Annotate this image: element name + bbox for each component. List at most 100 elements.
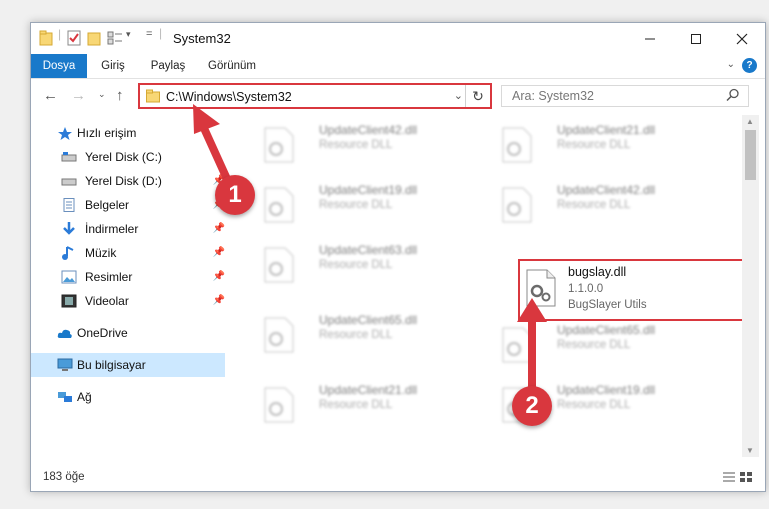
file-description: Resource DLL [319, 199, 393, 211]
sidebar-item-label: Hızlı erişim [77, 126, 137, 140]
chevron-down-icon[interactable]: ⌄ [98, 89, 106, 100]
file-name: UpdateClient65.dll [557, 323, 656, 337]
sidebar-item-label: Müzik [85, 246, 117, 260]
search-input[interactable]: Ara: System32 [501, 85, 749, 107]
file-name: bugslay.dll [568, 265, 627, 279]
dll-file-icon [526, 269, 556, 307]
separator: | [159, 26, 163, 40]
file-list: UpdateClient42.dll Resource DLL UpdateCl… [226, 115, 742, 457]
properties-icon[interactable] [67, 30, 81, 46]
dll-file-icon [264, 247, 294, 283]
close-icon [736, 33, 748, 44]
videos-icon [61, 294, 77, 308]
pin-icon[interactable]: 📌 [213, 289, 225, 313]
search-placeholder: Ara: System32 [512, 89, 594, 103]
window-title: System32 [173, 31, 231, 46]
file-description: BugSlayer Utils [568, 299, 647, 311]
sidebar-item-downloads[interactable]: İndirmeler 📌 [31, 217, 225, 241]
back-arrow-icon[interactable]: ← [43, 87, 58, 104]
scroll-down-icon[interactable]: ▼ [746, 446, 754, 455]
sidebar-item-local-disk-d[interactable]: Yerel Disk (D:) 📌 [31, 169, 225, 193]
up-arrow-icon[interactable]: ↑ [116, 87, 124, 104]
dll-file-icon [264, 387, 294, 423]
explorer-window: | ▾ = | System32 Dosya Giriş Paylaş Görü… [30, 22, 766, 492]
documents-icon [63, 198, 75, 212]
navigation-pane: Hızlı erişim Yerel Disk (C:) Yerel Disk … [31, 115, 225, 457]
pictures-icon [61, 270, 77, 284]
sidebar-item-label: Ağ [77, 390, 92, 404]
pin-icon[interactable]: 📌 [213, 265, 225, 289]
tab-file[interactable]: Dosya [31, 54, 87, 78]
sidebar-item-music[interactable]: Müzik 📌 [31, 241, 225, 265]
tab-share[interactable]: Paylaş [143, 54, 193, 78]
sidebar-item-network[interactable]: Ağ [31, 385, 225, 409]
maximize-button[interactable] [673, 23, 719, 54]
forward-arrow-icon[interactable]: → [71, 87, 86, 104]
file-description: Resource DLL [319, 259, 393, 271]
item-count: 183 öğe [43, 471, 85, 483]
title-bar: | ▾ = | System32 [31, 23, 765, 54]
view-toggle [722, 471, 753, 486]
sidebar-item-pictures[interactable]: Resimler 📌 [31, 265, 225, 289]
sidebar-item-label: Yerel Disk (D:) [85, 174, 162, 188]
file-item[interactable]: UpdateClient21.dll Resource DLL [246, 381, 466, 431]
tiles-view-icon[interactable] [739, 471, 753, 483]
address-bar[interactable]: C:\Windows\System32 ⌄ ↻ [138, 83, 492, 109]
new-folder-icon[interactable] [87, 30, 101, 46]
file-item[interactable]: UpdateClient63.dll Resource DLL [246, 241, 466, 291]
dll-file-icon [264, 187, 294, 223]
view-icon[interactable] [107, 30, 123, 46]
tab-view[interactable]: Görünüm [201, 54, 263, 78]
file-item[interactable]: UpdateClient42.dll Resource DLL [484, 181, 704, 231]
maximize-icon [691, 33, 701, 44]
help-button[interactable]: ? [742, 58, 757, 73]
chevron-down-icon[interactable]: ⌄ [727, 59, 735, 70]
close-button[interactable] [719, 23, 765, 54]
step-badge-2: 2 [512, 386, 552, 426]
tab-home[interactable]: Giriş [91, 54, 135, 78]
sidebar-item-onedrive[interactable]: OneDrive [31, 321, 225, 345]
file-item-bugslay[interactable]: bugslay.dll 1.1.0.0 BugSlayer Utils [518, 259, 742, 321]
search-icon[interactable] [726, 88, 740, 102]
file-name: UpdateClient42.dll [557, 183, 656, 197]
folder-icon[interactable] [39, 30, 53, 46]
sidebar-item-label: Bu bilgisayar [77, 358, 146, 372]
file-item[interactable]: UpdateClient65.dll Resource DLL [484, 321, 704, 371]
computer-icon [57, 358, 73, 371]
status-bar: 183 öğe [31, 467, 765, 489]
download-icon [63, 222, 75, 235]
file-item[interactable]: UpdateClient21.dll Resource DLL [484, 121, 704, 171]
sidebar-item-quick-access[interactable]: Hızlı erişim [31, 121, 225, 145]
scrollbar-thumb[interactable] [745, 130, 756, 180]
sidebar-item-label: OneDrive [77, 326, 128, 340]
chevron-down-icon[interactable]: ▾ [126, 29, 131, 40]
file-name: UpdateClient42.dll [319, 123, 418, 137]
file-item[interactable]: UpdateClient42.dll Resource DLL [246, 121, 466, 171]
refresh-icon[interactable]: ↻ [465, 85, 490, 107]
sidebar-item-this-pc[interactable]: Bu bilgisayar [31, 353, 225, 377]
file-item[interactable]: UpdateClient65.dll Resource DLL [246, 311, 466, 361]
file-item[interactable]: UpdateClient19.dll Resource DLL [246, 181, 466, 231]
sidebar-item-documents[interactable]: Belgeler 📌 [31, 193, 225, 217]
file-name: UpdateClient19.dll [319, 183, 418, 197]
sidebar-item-label: Belgeler [85, 198, 130, 212]
separator: | [58, 27, 62, 41]
step-badge-1: 1 [215, 175, 255, 215]
pin-icon[interactable]: 📌 [213, 241, 225, 265]
file-description: Resource DLL [557, 339, 631, 351]
scroll-up-icon[interactable]: ▲ [746, 117, 754, 126]
customize-toolbar-icon[interactable]: = [146, 28, 152, 40]
sidebar-item-local-disk-c[interactable]: Yerel Disk (C:) [31, 145, 225, 169]
star-icon [58, 127, 72, 140]
pin-icon[interactable]: 📌 [213, 217, 225, 241]
folder-icon [146, 89, 160, 103]
file-name: UpdateClient21.dll [319, 383, 418, 397]
chevron-down-icon[interactable]: ⌄ [454, 89, 463, 102]
minimize-button[interactable] [627, 23, 673, 54]
details-view-icon[interactable] [722, 471, 736, 483]
drive-icon [61, 178, 77, 186]
file-description: Resource DLL [557, 199, 631, 211]
sidebar-item-label: İndirmeler [85, 222, 139, 236]
sidebar-item-videos[interactable]: Videolar 📌 [31, 289, 225, 313]
vertical-scrollbar[interactable]: ▲ ▼ [742, 115, 759, 457]
